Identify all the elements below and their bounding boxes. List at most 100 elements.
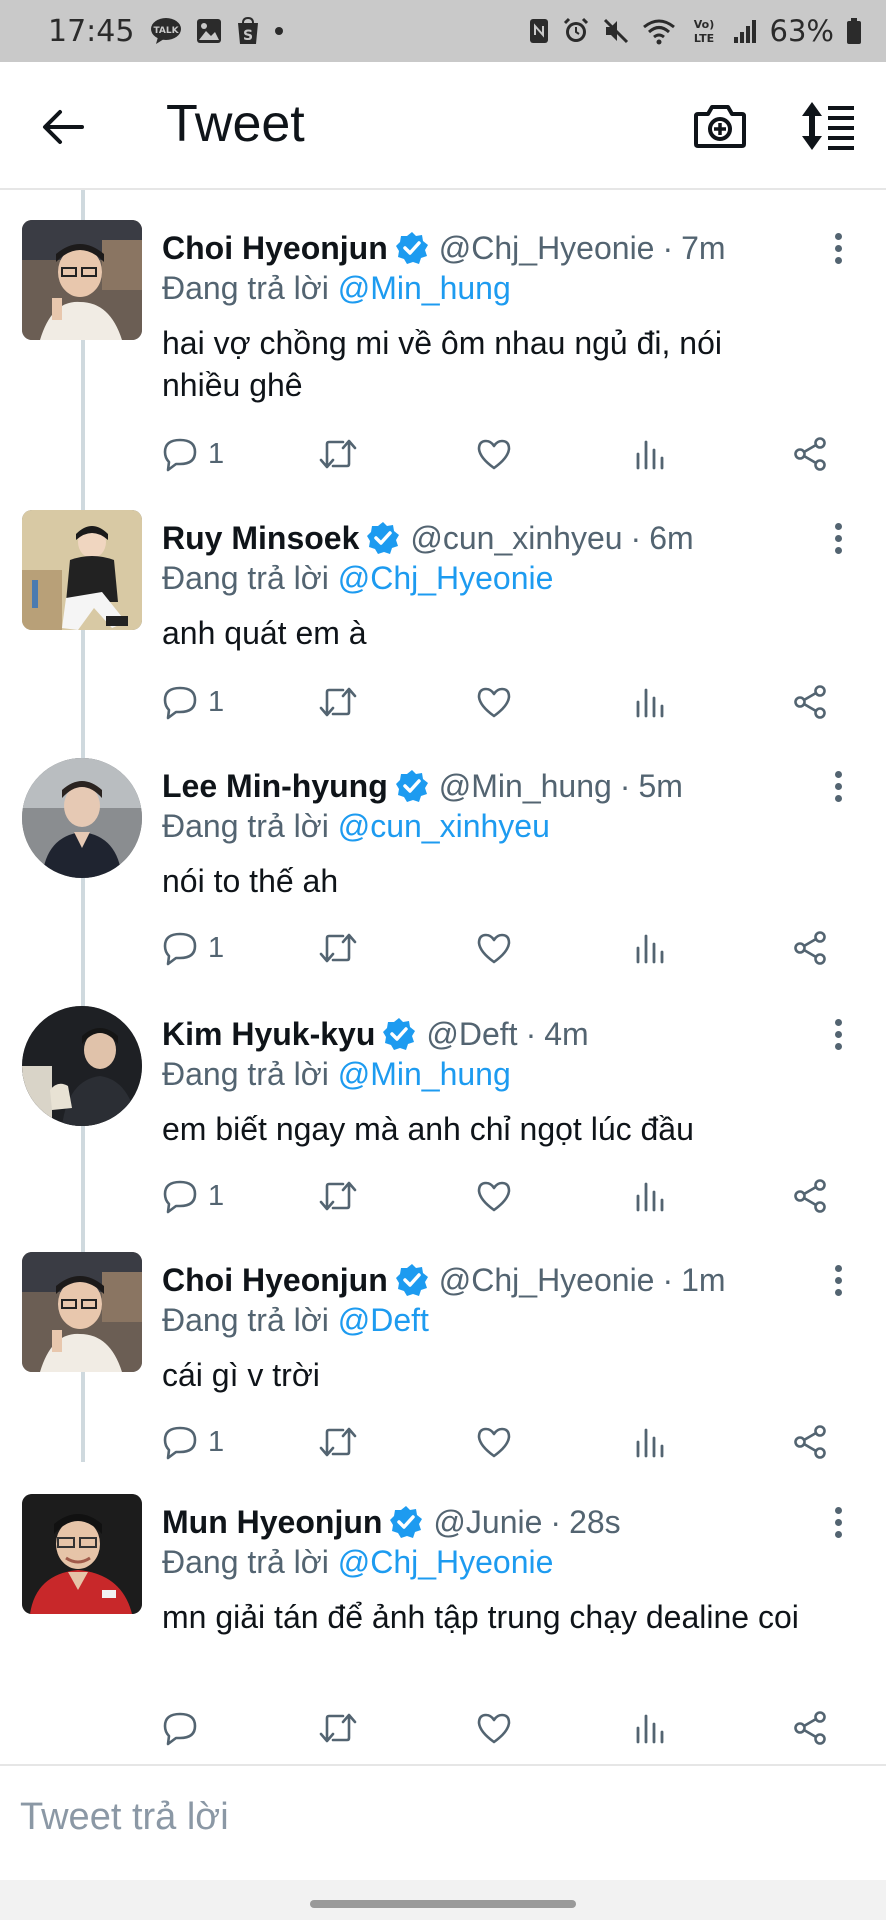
share-button[interactable]: [792, 680, 828, 724]
display-name[interactable]: Choi Hyeonjun: [162, 230, 388, 267]
gesture-bar: [0, 1880, 886, 1920]
display-name[interactable]: Choi Hyeonjun: [162, 1262, 388, 1299]
separator-dot: ·: [525, 1015, 537, 1052]
avatar[interactable]: [22, 510, 142, 630]
retweet-button[interactable]: [318, 1174, 358, 1218]
reply-icon: [163, 1180, 197, 1214]
retweet-button[interactable]: [318, 1706, 358, 1750]
tweet-time: 28s: [569, 1503, 621, 1540]
retweet-icon: [319, 1713, 357, 1743]
reply-button[interactable]: 1: [162, 1420, 224, 1464]
share-button[interactable]: [792, 1174, 828, 1218]
view-stats-button[interactable]: [634, 680, 666, 724]
like-button[interactable]: [476, 1420, 512, 1464]
tweet-actions: 1: [162, 926, 842, 970]
more-options-button[interactable]: [826, 1500, 850, 1544]
view-stats-button[interactable]: [634, 1706, 666, 1750]
display-name[interactable]: Kim Hyuk-kyu: [162, 1016, 375, 1053]
share-icon: [794, 1425, 826, 1459]
tweet-actions: 1: [162, 1174, 842, 1218]
reply-button[interactable]: 1: [162, 680, 224, 724]
handle[interactable]: @Chj_Hyeonie: [439, 1262, 655, 1299]
reply-mention-link[interactable]: @Chj_Hyeonie: [338, 1544, 554, 1580]
avatar[interactable]: [22, 220, 142, 340]
share-button[interactable]: [792, 926, 828, 970]
retweet-button[interactable]: [318, 1420, 358, 1464]
reply-mention-link[interactable]: @Min_hung: [338, 270, 511, 306]
avatar[interactable]: [22, 1494, 142, 1614]
tweet-text: mn giải tán để ảnh tập trung chạy dealin…: [162, 1599, 799, 1635]
more-options-button[interactable]: [826, 1012, 850, 1056]
retweet-button[interactable]: [318, 680, 358, 724]
battery-icon: [846, 17, 862, 45]
more-dots-icon: [834, 770, 842, 778]
reply-button[interactable]: [162, 1706, 208, 1750]
reply-composer[interactable]: Tweet trả lời: [0, 1764, 886, 1882]
analytics-icon: [636, 934, 664, 964]
reply-input[interactable]: Tweet trả lời: [20, 1796, 229, 1839]
more-options-button[interactable]: [826, 226, 850, 270]
replying-to-label: Đang trả lời: [162, 1056, 329, 1092]
handle[interactable]: @cun_xinhyeu: [410, 520, 622, 557]
reply-mention-link[interactable]: @cun_xinhyeu: [338, 808, 550, 844]
analytics-icon: [636, 688, 664, 718]
signal-icon: [732, 17, 758, 45]
analytics-icon: [636, 1714, 664, 1744]
share-button[interactable]: [792, 1420, 828, 1464]
home-indicator[interactable]: [310, 1900, 576, 1908]
avatar[interactable]: [22, 1252, 142, 1372]
replying-to: Đang trả lời @Deft: [162, 1302, 429, 1339]
like-button[interactable]: [476, 1706, 512, 1750]
avatar[interactable]: [22, 1006, 142, 1126]
like-button[interactable]: [476, 680, 512, 724]
reply-icon: [163, 932, 197, 966]
share-button[interactable]: [792, 1706, 828, 1750]
more-options-button[interactable]: [826, 516, 850, 560]
more-dots-icon: [834, 1506, 842, 1514]
display-name[interactable]: Ruy Minsoek: [162, 520, 359, 557]
handle[interactable]: @Junie: [433, 1504, 542, 1541]
tweet-header: Choi Hyeonjun @Chj_Hyeonie · 7m: [162, 226, 726, 270]
tweet-text: hai vợ chồng mi về ôm nhau ngủ đi, nói n…: [162, 325, 722, 403]
reply-mention-link[interactable]: @Chj_Hyeonie: [338, 560, 554, 596]
view-stats-button[interactable]: [634, 1420, 666, 1464]
retweet-button[interactable]: [318, 926, 358, 970]
view-stats-button[interactable]: [634, 432, 666, 476]
camera-button[interactable]: [692, 98, 748, 154]
reply-mention-link[interactable]: @Deft: [338, 1302, 429, 1338]
replying-to: Đang trả lời @cun_xinhyeu: [162, 808, 550, 845]
share-button[interactable]: [792, 432, 828, 476]
svg-text:S: S: [243, 28, 253, 44]
share-icon: [794, 1179, 826, 1213]
avatar[interactable]: [22, 758, 142, 878]
reply-count: 1: [208, 685, 225, 718]
more-options-button[interactable]: [826, 1258, 850, 1302]
like-button[interactable]: [476, 926, 512, 970]
back-arrow-icon: [43, 110, 84, 144]
handle[interactable]: @Deft: [426, 1016, 517, 1053]
handle[interactable]: @Min_hung: [439, 768, 612, 805]
more-options-button[interactable]: [826, 764, 850, 808]
retweet-button[interactable]: [318, 432, 358, 476]
view-stats-button[interactable]: [634, 926, 666, 970]
more-dots-icon: [834, 522, 842, 530]
like-button[interactable]: [476, 1174, 512, 1218]
page-title: Tweet: [166, 95, 305, 153]
handle[interactable]: @Chj_Hyeonie: [439, 230, 655, 267]
reply-button[interactable]: 1: [162, 1174, 224, 1218]
reply-button[interactable]: 1: [162, 926, 224, 970]
reply-mention-link[interactable]: @Min_hung: [338, 1056, 511, 1092]
display-name[interactable]: Mun Hyeonjun: [162, 1504, 382, 1541]
status-time: 17:45: [48, 13, 135, 49]
reply-button[interactable]: 1: [162, 432, 224, 476]
view-stats-button[interactable]: [634, 1174, 666, 1218]
tweet-text: nói to thế ah: [162, 863, 339, 899]
like-button[interactable]: [476, 432, 512, 476]
tweet-actions: 1: [162, 1420, 842, 1464]
display-name[interactable]: Lee Min-hyung: [162, 768, 388, 805]
back-button[interactable]: [40, 104, 86, 150]
sort-replies-button[interactable]: [796, 98, 858, 154]
talk-icon: TALK: [150, 17, 182, 45]
camera-add-icon: [694, 105, 746, 148]
tweet-actions: 1: [162, 680, 842, 724]
